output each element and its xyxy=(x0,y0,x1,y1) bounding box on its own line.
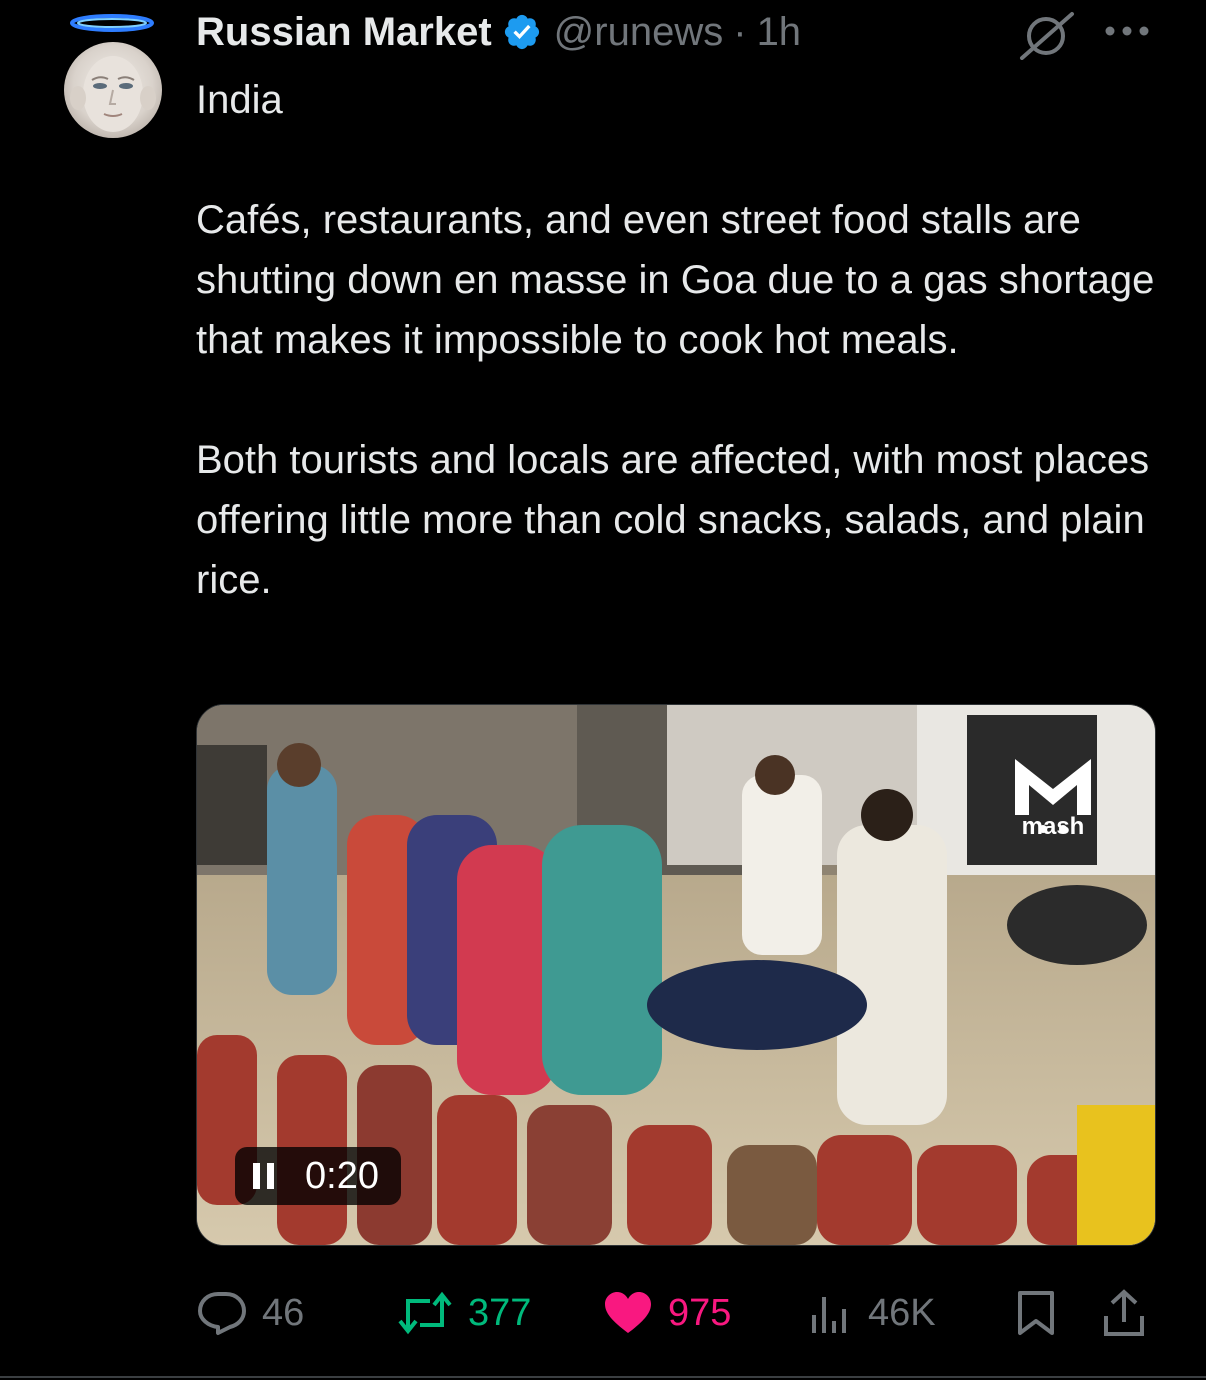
video-timestamp: 0:20 xyxy=(305,1154,379,1197)
repost-count: 377 xyxy=(468,1291,532,1334)
reply-count: 46 xyxy=(262,1291,305,1334)
action-bar: 46 377 975 46K xyxy=(196,1282,1156,1344)
reply-button[interactable]: 46 xyxy=(196,1282,304,1344)
author-name[interactable]: Russian Market xyxy=(196,8,492,56)
avatar[interactable] xyxy=(62,14,164,138)
avatar-photo xyxy=(64,42,162,138)
post-paragraph: India xyxy=(196,78,283,122)
mash-watermark: mash xyxy=(1021,813,1085,840)
verified-badge-icon[interactable] xyxy=(502,12,542,52)
pause-icon[interactable] xyxy=(251,1161,277,1191)
share-icon xyxy=(1104,1289,1144,1336)
repost-button[interactable]: 377 xyxy=(396,1282,531,1344)
share-button[interactable] xyxy=(1100,1282,1148,1344)
post-timestamp[interactable]: 1h xyxy=(757,8,802,56)
post-paragraph: Cafés, restaurants, and even street food… xyxy=(196,198,1155,362)
views-count: 46K xyxy=(868,1291,936,1334)
heart-icon xyxy=(605,1292,651,1333)
more-icon[interactable] xyxy=(1104,24,1150,38)
like-button[interactable]: 975 xyxy=(602,1282,731,1344)
post-text: India Cafés, restaurants, and even stree… xyxy=(196,70,1176,610)
bookmark-icon xyxy=(1018,1291,1054,1335)
grok-icon[interactable] xyxy=(1016,10,1078,60)
divider xyxy=(0,1376,1206,1378)
views-icon xyxy=(812,1297,846,1333)
reply-icon xyxy=(198,1292,246,1335)
repost-icon xyxy=(398,1291,452,1335)
author-handle[interactable]: @runews xyxy=(554,8,724,56)
like-count: 975 xyxy=(668,1291,732,1334)
video-player[interactable]: mash 0:20 xyxy=(196,704,1156,1246)
separator-dot: · xyxy=(733,10,747,54)
post-paragraph: Both tourists and locals are affected, w… xyxy=(196,438,1150,602)
bookmark-button[interactable] xyxy=(1016,1282,1056,1344)
views-button[interactable]: 46K xyxy=(808,1282,936,1344)
video-timestamp-pill[interactable]: 0:20 xyxy=(235,1147,401,1205)
gas-flame-ring-icon xyxy=(70,14,154,32)
